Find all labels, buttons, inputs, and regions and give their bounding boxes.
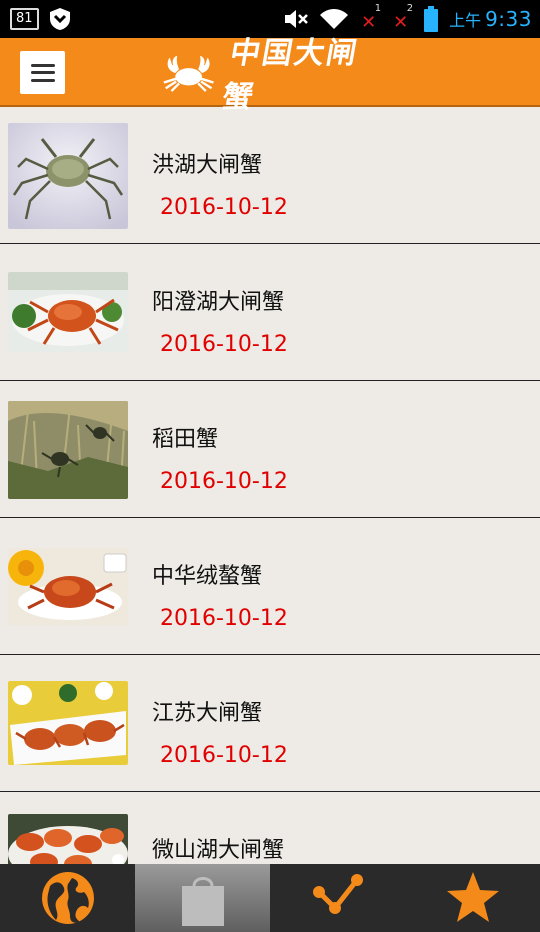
item-date: 2016-10-12 <box>160 743 288 768</box>
globe-icon <box>41 872 94 924</box>
item-thumbnail <box>8 123 128 229</box>
logo-text: 中国大闸蟹 <box>219 36 362 115</box>
list-item[interactable]: 微山湖大闸蟹 <box>0 792 540 864</box>
app-header: 中国大闸蟹 <box>0 36 540 115</box>
item-thumbnail <box>8 272 128 352</box>
menu-button[interactable] <box>20 51 65 94</box>
item-thumbnail <box>8 401 128 499</box>
star-icon <box>446 872 499 922</box>
item-name: 阳澄湖大闸蟹 <box>152 290 285 315</box>
item-thumbnail <box>8 548 128 625</box>
sim-2-no-signal-icon: 2 ✕ <box>393 3 414 33</box>
tab-favorites[interactable] <box>405 864 540 932</box>
item-date: 2016-10-12 <box>160 195 288 220</box>
shopping-bag-icon <box>181 877 224 926</box>
app-logo: 中国大闸蟹 <box>160 36 380 115</box>
battery-icon <box>424 6 439 32</box>
clock-time: 9:33 <box>485 7 532 31</box>
item-name: 稻田蟹 <box>152 427 219 452</box>
notification-count-badge: 81 <box>10 8 39 30</box>
list-item[interactable]: 中华绒螯蟹 2016-10-12 <box>0 518 540 655</box>
crab-icon <box>163 55 214 92</box>
share-icon <box>312 874 363 914</box>
item-date: 2016-10-12 <box>160 469 288 494</box>
clock-ampm: 上午 <box>449 11 482 30</box>
item-name: 微山湖大闸蟹 <box>152 838 285 863</box>
item-date: 2016-10-12 <box>160 332 288 357</box>
list-item[interactable]: 稻田蟹 2016-10-12 <box>0 381 540 518</box>
crab-list: 洪湖大闸蟹 2016-10-12 阳澄湖大闸蟹 2016-10-12 稻田蟹 2… <box>0 107 540 864</box>
list-item[interactable]: 阳澄湖大闸蟹 2016-10-12 <box>0 244 540 381</box>
bottom-tab-bar <box>0 864 540 932</box>
item-thumbnail <box>8 814 128 864</box>
item-thumbnail <box>8 681 128 765</box>
item-name: 洪湖大闸蟹 <box>152 153 263 178</box>
item-name: 中华绒螯蟹 <box>152 564 263 589</box>
tab-globe[interactable] <box>0 864 135 932</box>
list-item[interactable]: 江苏大闸蟹 2016-10-12 <box>0 655 540 792</box>
item-name: 江苏大闸蟹 <box>152 701 263 726</box>
shield-icon <box>49 8 70 30</box>
tab-shopping[interactable] <box>135 864 270 932</box>
list-item[interactable]: 洪湖大闸蟹 2016-10-12 <box>0 107 540 244</box>
item-date: 2016-10-12 <box>160 606 288 631</box>
tab-share[interactable] <box>270 864 405 932</box>
hamburger-icon <box>30 63 55 82</box>
